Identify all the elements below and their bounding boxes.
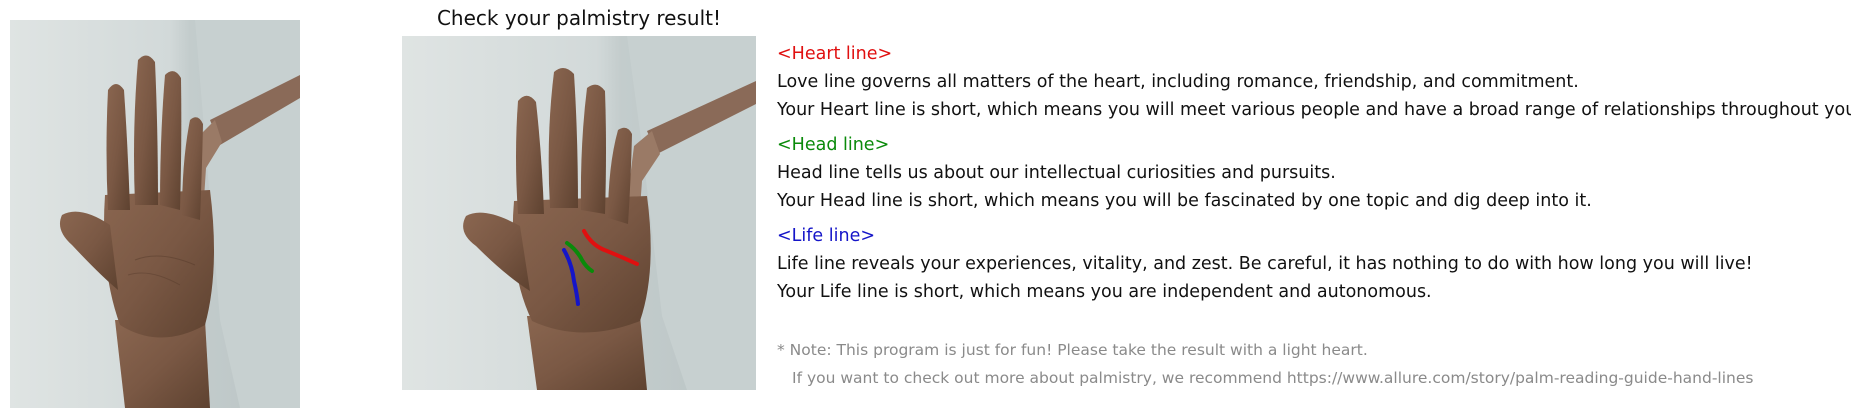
- original-hand-image: [10, 20, 300, 408]
- life-line-header: <Life line>: [777, 226, 876, 246]
- life-line-section: <Life line> Life line reveals your exper…: [777, 222, 1847, 306]
- heart-line-description: Love line governs all matters of the hea…: [777, 72, 1579, 92]
- heart-line-section: <Heart line> Love line governs all matte…: [777, 40, 1851, 124]
- result-text-column: <Heart line> Love line governs all matte…: [777, 40, 1851, 313]
- head-line-description: Head line tells us about our intellectua…: [777, 163, 1336, 183]
- annotated-hand-image: [402, 36, 756, 390]
- head-line-section: <Head line> Head line tells us about our…: [777, 131, 1847, 215]
- life-line-description: Life line reveals your experiences, vita…: [777, 254, 1753, 274]
- heart-line-header: <Heart line>: [777, 44, 893, 64]
- head-line-header: <Head line>: [777, 135, 890, 155]
- heart-line-result: Your Heart line is short, which means yo…: [777, 100, 1851, 120]
- note-disclaimer: * Note: This program is just for fun! Pl…: [777, 341, 1368, 359]
- palmistry-result-page: Check your palmistry result! <Heart line…: [0, 0, 1851, 415]
- note-recommendation: If you want to check out more about palm…: [792, 369, 1754, 387]
- life-line-result: Your Life line is short, which means you…: [777, 282, 1432, 302]
- note-block: * Note: This program is just for fun! Pl…: [777, 336, 1753, 392]
- result-title: Check your palmistry result!: [436, 6, 722, 30]
- head-line-result: Your Head line is short, which means you…: [777, 191, 1592, 211]
